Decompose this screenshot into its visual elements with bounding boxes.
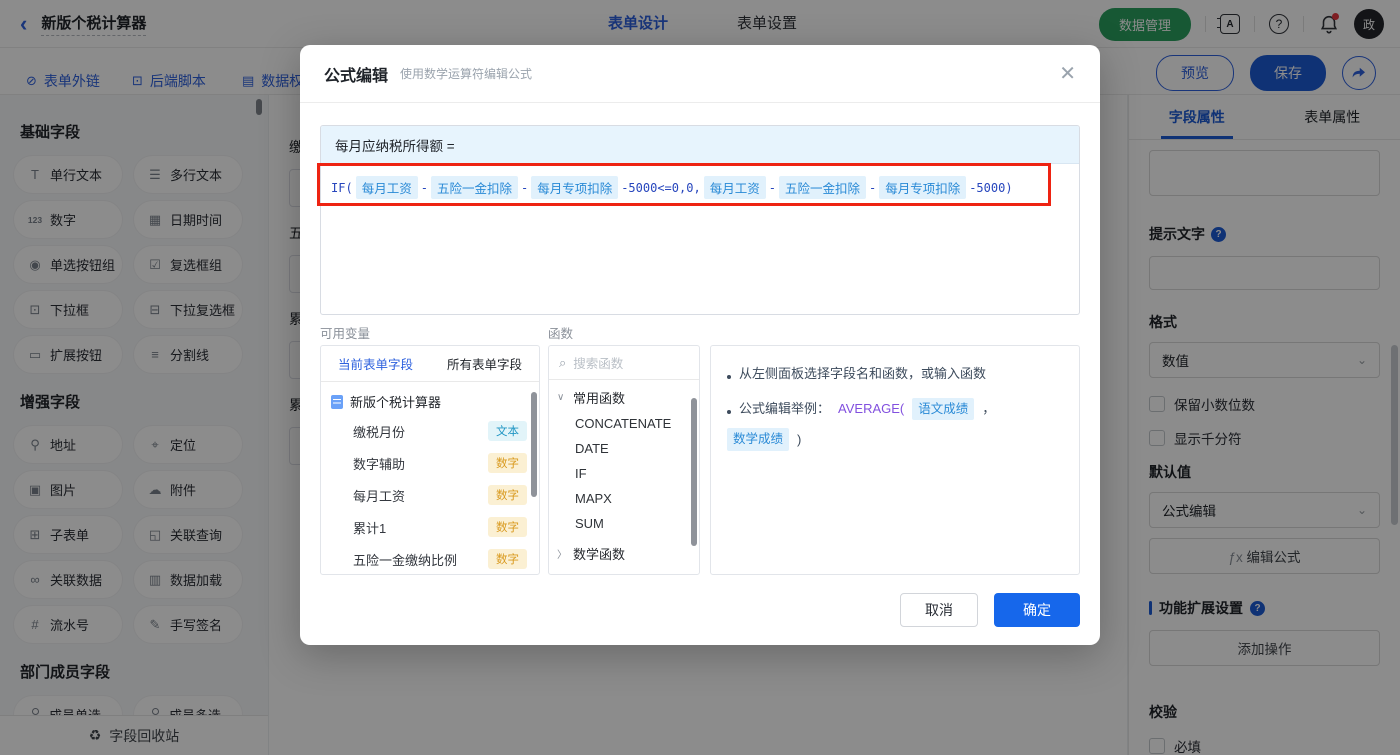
function-group-collapsed[interactable]: 〉数学函数 <box>549 536 699 567</box>
variable-row[interactable]: 五险一金缴纳比例 数字 <box>321 543 539 574</box>
variable-type-badge: 数字 <box>488 517 527 537</box>
formula-target: 每月应纳税所得额 = <box>321 126 1079 164</box>
search-icon: ⌕ <box>559 354 567 370</box>
confirm-button[interactable]: 确定 <box>994 593 1080 627</box>
function-item[interactable]: DATE <box>549 436 699 461</box>
variable-type-badge: 数字 <box>488 485 527 505</box>
help-example-close: ) <box>797 431 802 447</box>
form-tree-root[interactable]: 新版个税计算器 <box>321 382 539 415</box>
function-search-input[interactable]: ⌕ 搜索函数 <box>549 346 699 380</box>
close-icon[interactable]: ✕ <box>1059 64 1076 84</box>
caret-icon: ∨ <box>557 392 565 403</box>
formula-code: IF( <box>331 180 353 195</box>
variable-row[interactable]: 缴税月份 文本 <box>321 415 539 447</box>
variable-name: 五险一金缴纳比例 <box>353 552 458 568</box>
variable-row[interactable]: 累计1 数字 <box>321 511 539 543</box>
function-group-label: 数学函数 <box>573 547 626 562</box>
function-item[interactable]: MAPX <box>549 486 699 511</box>
tab-all-form-fields[interactable]: 所有表单字段 <box>430 354 539 373</box>
function-group-label: 常用函数 <box>573 391 626 406</box>
variables-label: 可用变量 <box>320 327 371 341</box>
cancel-button[interactable]: 取消 <box>900 593 978 627</box>
variables-scrollbar[interactable] <box>531 392 537 497</box>
caret-icon: 〉 <box>557 550 567 561</box>
formula-code: -5000) <box>969 180 1013 195</box>
variable-type-badge: 文本 <box>488 421 527 441</box>
formula-field-token[interactable]: 每月工资 <box>355 176 418 199</box>
function-group-collapsed[interactable]: 〉文本函数 <box>549 567 699 574</box>
variable-type-badge: 数字 <box>488 453 527 473</box>
formula-editor-modal: 公式编辑 使用数学运算符编辑公式 ✕ 每月应纳税所得额 = IF(每月工资 - 五险… <box>300 45 1100 645</box>
modal-title: 公式编辑 <box>324 67 389 85</box>
function-item[interactable]: SUM <box>549 511 699 536</box>
variables-panel: 当前表单字段 所有表单字段 新版个税计算器 缴税月份 文本 数字辅助 数字 每月工资 数字… <box>320 345 540 575</box>
form-doc-icon <box>331 394 343 409</box>
formula-code: - <box>868 180 877 195</box>
formula-editor-box[interactable]: 每月应纳税所得额 = IF(每月工资 - 五险一金扣除 - 每月专项扣除 -5000<=0… <box>320 125 1080 315</box>
functions-scrollbar[interactable] <box>691 398 697 546</box>
formula-field-token[interactable]: 每月专项扣除 <box>531 176 619 199</box>
formula-help-panel: 从左侧面板选择字段名和函数，或输入函数 公式编辑举例： AVERAGE( 语文成… <box>710 345 1080 575</box>
variable-type-badge: 数字 <box>488 549 527 569</box>
function-search-placeholder: 搜索函数 <box>573 357 624 371</box>
formula-field-token[interactable]: 每月工资 <box>703 176 766 199</box>
function-group-expanded[interactable]: ∨ 常用函数 <box>549 380 699 411</box>
functions-panel: ⌕ 搜索函数 ∨ 常用函数 CONCATENATE DATE IF MAPX SUM 〉数学函… <box>548 345 700 575</box>
help-example-comma: ， <box>982 401 996 417</box>
help-example-arg1: 语文成绩 <box>912 397 975 421</box>
formula-code: - <box>420 180 428 195</box>
formula-code: - <box>768 180 776 195</box>
formula-field-token[interactable]: 五险一金扣除 <box>430 176 518 199</box>
help-example-arg2: 数学成绩 <box>727 428 790 451</box>
function-item[interactable]: IF <box>549 461 699 486</box>
variable-name: 累计1 <box>353 520 387 536</box>
function-item[interactable]: CONCATENATE <box>549 411 699 436</box>
help-example-prefix: 公式编辑举例： <box>739 401 831 417</box>
formula-expression[interactable]: IF(每月工资 - 五险一金扣除 - 每月专项扣除 -5000<=0,0, 每月工资 - 五险一… <box>321 164 1079 211</box>
variable-name: 每月工资 <box>353 488 406 504</box>
help-example-function: AVERAGE( <box>838 401 905 417</box>
help-line-1: 从左侧面板选择字段名和函数，或输入函数 <box>739 366 987 381</box>
variable-name: 数字辅助 <box>353 456 406 472</box>
functions-label: 函数 <box>548 327 574 341</box>
formula-field-token[interactable]: 五险一金扣除 <box>778 176 866 199</box>
formula-code: - <box>520 180 529 195</box>
variable-name: 缴税月份 <box>353 424 406 440</box>
form-tree-root-label: 新版个税计算器 <box>350 395 442 410</box>
formula-field-token[interactable]: 每月专项扣除 <box>879 176 967 199</box>
variable-row[interactable]: 数字辅助 数字 <box>321 447 539 479</box>
formula-code: -5000<=0,0, <box>621 180 701 195</box>
tab-current-form-fields[interactable]: 当前表单字段 <box>321 354 430 373</box>
modal-subtitle: 使用数学运算符编辑公式 <box>400 67 533 81</box>
bullet-icon <box>727 375 731 380</box>
bullet-icon <box>727 410 731 415</box>
variable-row[interactable]: 每月工资 数字 <box>321 479 539 511</box>
